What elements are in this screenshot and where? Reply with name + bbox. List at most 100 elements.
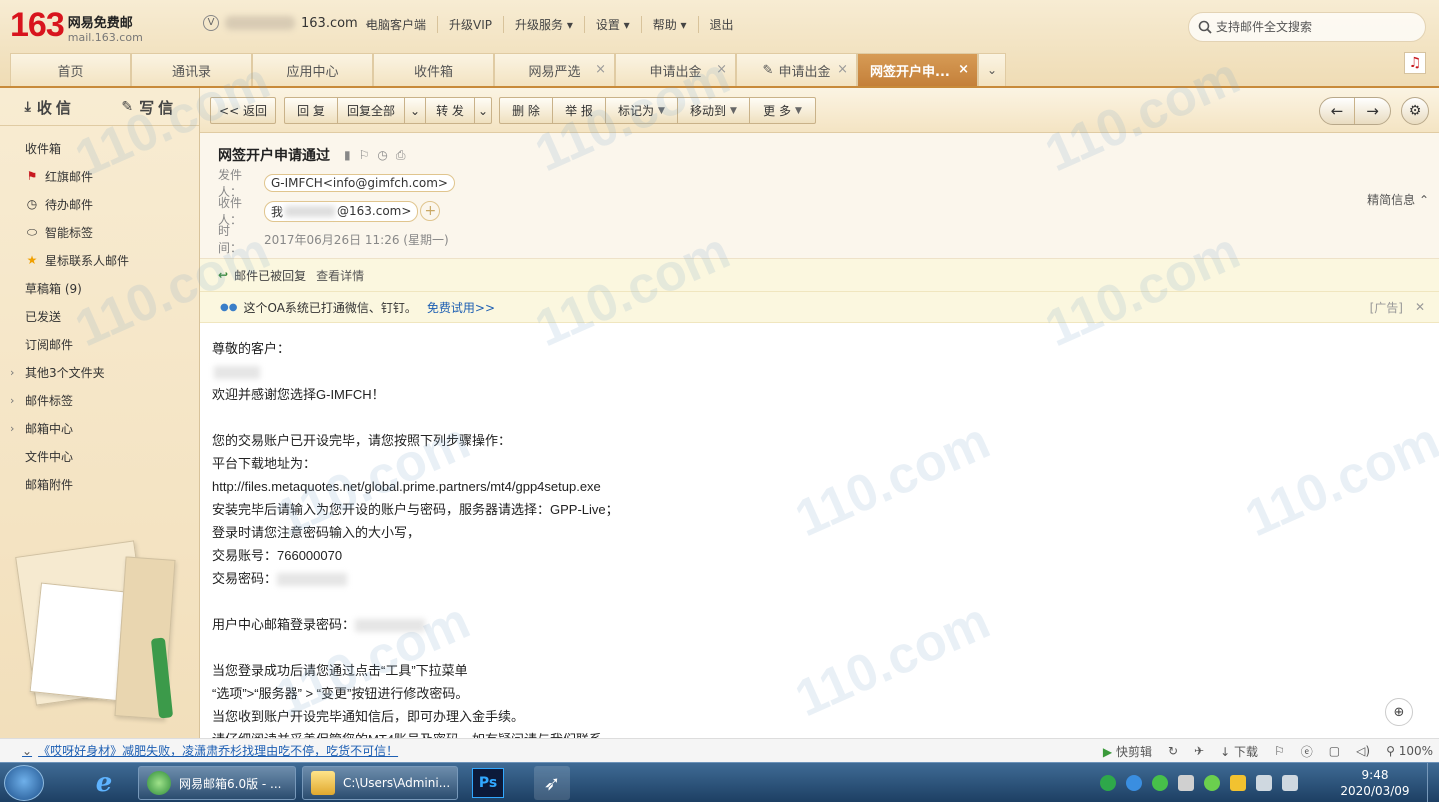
compose-button[interactable]: ✎ 写信	[100, 88, 200, 126]
recipient-pill[interactable]: 我 @163.com>	[264, 200, 419, 222]
zoom-button[interactable]: ⊕	[1385, 698, 1413, 726]
tab-withdraw-2[interactable]: ✎ 申请出金 ×	[736, 53, 857, 86]
show-desktop-button[interactable]	[1427, 763, 1439, 802]
folder-label: 其他3个文件夹	[25, 365, 105, 380]
tab-inbox[interactable]: 收件箱	[373, 53, 494, 86]
start-button[interactable]	[4, 765, 44, 801]
system-clock[interactable]: 9:48 2020/03/09	[1340, 767, 1410, 799]
account-selector[interactable]: V 163.com ⌄	[203, 15, 372, 31]
sidebar-item-sent[interactable]: 已发送	[0, 302, 199, 330]
move-to-button[interactable]: 移动到 ▼	[677, 97, 750, 124]
tab-home[interactable]: 首页	[10, 53, 131, 86]
ie-icon[interactable]: e	[86, 766, 122, 800]
ie-icon[interactable]: ⓔ	[1301, 743, 1313, 760]
sidebar-item-red-flag[interactable]: ⚑ 红旗邮件	[0, 162, 199, 190]
sidebar-item-subscriptions[interactable]: 订阅邮件	[0, 330, 199, 358]
top-link-help[interactable]: 帮助 ▾	[640, 16, 698, 33]
search-icon[interactable]	[1198, 20, 1212, 34]
sidebar-item-mailbox-center[interactable]: › 邮箱中心	[0, 414, 199, 442]
pin-icon[interactable]: ✈	[1194, 744, 1204, 758]
top-link-logout[interactable]: 退出	[697, 16, 745, 33]
flag-icon[interactable]: ⚐	[359, 148, 370, 163]
close-icon[interactable]: ×	[958, 62, 969, 77]
tab-overflow-button[interactable]: ⌄	[978, 53, 1006, 86]
reply-button[interactable]: 回 复	[284, 97, 338, 124]
tray-s-icon[interactable]	[1100, 775, 1116, 791]
back-button[interactable]: << 返回	[210, 97, 276, 124]
taskbar-item-explorer[interactable]: C:\Users\Admini...	[302, 766, 458, 800]
bookmark-icon[interactable]: ▮	[344, 148, 351, 163]
sidebar-item-attachments[interactable]: 邮箱附件	[0, 470, 199, 498]
report-button[interactable]: 举 报	[552, 97, 606, 124]
speaker-icon[interactable]	[1256, 775, 1272, 791]
tab-yanxuan[interactable]: 网易严选 ×	[494, 53, 615, 86]
chevron-right-icon[interactable]: ›	[10, 366, 14, 379]
flag-icon[interactable]: ⚐	[1274, 744, 1285, 758]
sidebar-item-todo[interactable]: ◷ 待办邮件	[0, 190, 199, 218]
view-detail-link[interactable]: 查看详情	[316, 267, 364, 284]
top-link-vip[interactable]: 升级VIP	[437, 16, 503, 33]
tab-current-mail[interactable]: 网签开户申... ×	[857, 53, 978, 86]
tray-green-icon[interactable]	[1204, 775, 1220, 791]
download-button[interactable]: ↓ 下载	[1220, 743, 1258, 760]
next-mail-button[interactable]: →	[1355, 98, 1390, 124]
receive-button[interactable]: ⤓ 收信	[0, 88, 100, 126]
forward-dropdown[interactable]: ⌄	[474, 97, 492, 124]
search-input[interactable]	[1216, 20, 1416, 34]
sidebar-item-drafts[interactable]: 草稿箱 (9)	[0, 274, 199, 302]
network-icon[interactable]	[1282, 775, 1298, 791]
sidebar-item-other-folders[interactable]: › 其他3个文件夹	[0, 358, 199, 386]
tray-shield-icon[interactable]	[1126, 775, 1142, 791]
chevron-right-icon[interactable]: ›	[10, 422, 14, 435]
top-link-client[interactable]: 电脑客户端	[355, 16, 437, 33]
tab-contacts[interactable]: 通讯录	[131, 53, 252, 86]
sender-pill[interactable]: G-IMFCH<info@gimfch.com>	[264, 174, 455, 192]
quick-edit-button[interactable]: ▶ 快剪辑	[1103, 743, 1152, 760]
add-contact-button[interactable]: +	[420, 201, 441, 221]
bird-app-icon[interactable]: ➶	[534, 766, 570, 800]
wechat-icon[interactable]	[1152, 775, 1168, 791]
star-icon: ★	[26, 253, 38, 267]
previous-mail-button[interactable]: ←	[1320, 98, 1356, 124]
tab-label: 申请出金	[649, 64, 702, 80]
close-icon[interactable]: ×	[837, 62, 848, 77]
close-icon[interactable]: ×	[595, 62, 606, 77]
tray-app-icon[interactable]	[1178, 775, 1194, 791]
sidebar: ⤓ 收信 ✎ 写信 收件箱 ⚑ 红旗邮件 ◷ 待办邮件 ⬭ 智能标签 ★ 星标联系人邮件 草…	[0, 88, 200, 738]
more-button[interactable]: 更 多 ▼	[749, 97, 816, 124]
tray-lock-icon[interactable]	[1230, 775, 1246, 791]
print-icon[interactable]: ⎙	[396, 148, 406, 163]
tab-label: 通讯录	[171, 64, 211, 80]
sidebar-item-mail-tags[interactable]: › 邮件标签	[0, 386, 199, 414]
forward-button[interactable]: 转 发	[425, 97, 475, 124]
refresh-icon[interactable]: ↻	[1168, 744, 1178, 758]
photoshop-icon[interactable]: Ps	[472, 768, 504, 798]
top-link-settings[interactable]: 设置 ▾	[583, 16, 641, 33]
music-icon[interactable]: ♫	[1404, 52, 1426, 74]
close-icon[interactable]: ×	[716, 62, 727, 77]
ad-link[interactable]: 免费试用>>	[427, 299, 495, 316]
tab-app-center[interactable]: 应用中心	[252, 53, 373, 86]
download-url[interactable]: http://files.metaquotes.net/global.prime…	[212, 475, 1427, 498]
sidebar-item-file-center[interactable]: 文件中心	[0, 442, 199, 470]
settings-gear-button[interactable]: ⚙	[1401, 97, 1429, 125]
toggle-detail-link[interactable]: 精简信息 ⌃	[1367, 191, 1429, 208]
mark-as-button[interactable]: 标记为 ▼	[605, 97, 678, 124]
sidebar-item-starred-contacts[interactable]: ★ 星标联系人邮件	[0, 246, 199, 274]
delete-button[interactable]: 删 除	[499, 97, 553, 124]
window-icon[interactable]: ▢	[1329, 744, 1340, 758]
speaker-icon[interactable]: ◁)	[1356, 744, 1370, 758]
chevron-right-icon[interactable]: ›	[10, 394, 14, 407]
sidebar-item-smart-tags[interactable]: ⬭ 智能标签	[0, 218, 199, 246]
news-ticker[interactable]: ⌄ 《哎呀好身材》减肥失败，凌潇肃乔杉找理由吃不停，吃货不可信！	[22, 742, 398, 759]
logo[interactable]: 163 网易免费邮 mail.163.com	[10, 8, 143, 44]
clock-icon[interactable]: ◷	[377, 148, 387, 163]
taskbar-item-browser[interactable]: 网易邮箱6.0版 - ...	[138, 766, 296, 800]
top-link-service[interactable]: 升级服务 ▾	[503, 16, 584, 33]
zoom-level[interactable]: ⚲ 100%	[1386, 744, 1433, 758]
reply-all-button[interactable]: 回复全部	[337, 97, 405, 124]
tab-withdraw-1[interactable]: 申请出金 ×	[615, 53, 736, 86]
sidebar-item-inbox[interactable]: 收件箱	[0, 134, 199, 162]
reply-all-dropdown[interactable]: ⌄	[404, 97, 426, 124]
close-icon[interactable]: ✕	[1415, 300, 1425, 314]
